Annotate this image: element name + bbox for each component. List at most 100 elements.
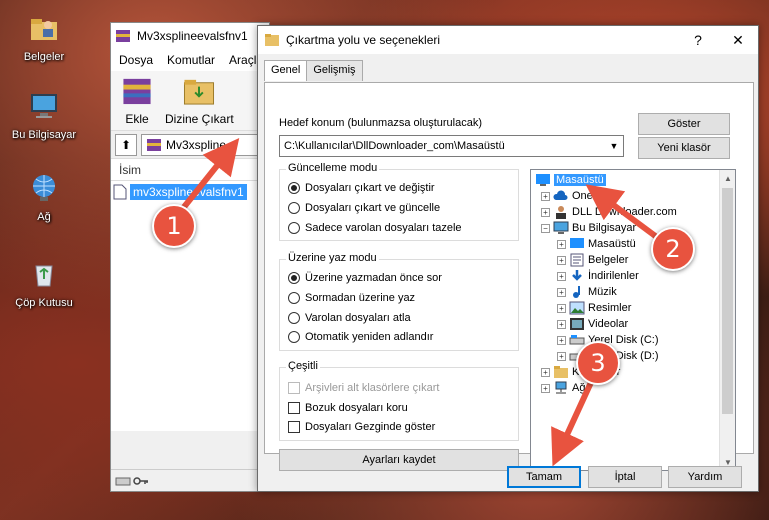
tree-node-videos[interactable]: + Videolar — [557, 316, 628, 332]
desktop-icon-label: Ağ — [37, 211, 51, 223]
desktop-folder-icon — [536, 174, 550, 186]
radio[interactable] — [288, 292, 300, 304]
update-mode-title: Güncelleme modu — [286, 162, 380, 174]
drive-icon — [115, 477, 131, 485]
column-name-label: İsim — [119, 162, 141, 177]
overwrite-option-ask[interactable]: Üzerine yazmadan önce sor — [288, 272, 442, 284]
help-title-button[interactable]: ? — [678, 26, 718, 54]
tree-label: Ağ — [572, 382, 586, 394]
tree-label: Müzik — [588, 286, 617, 298]
collapse-icon[interactable]: − — [541, 223, 550, 233]
list-item[interactable]: mv3xsplineevalsfnv1 — [113, 183, 267, 201]
update-option-extract-update[interactable]: Dosyaları çıkart ve güncelle — [288, 202, 440, 214]
menu-file[interactable]: Dosya — [119, 53, 153, 67]
tree-node-desktop[interactable]: Masaüstü — [535, 172, 606, 188]
column-header-name[interactable]: İsim — [111, 159, 269, 181]
radio-selected[interactable] — [288, 182, 300, 194]
misc-title: Çeşitli — [286, 360, 320, 372]
ok-button[interactable]: Tamam — [507, 466, 581, 488]
expand-icon[interactable]: + — [557, 287, 566, 297]
tree-label: DLL Downloader.com — [572, 206, 677, 218]
overwrite-option-rename[interactable]: Otomatik yeniden adlandır — [288, 331, 433, 343]
checkbox[interactable] — [288, 402, 300, 414]
show-button[interactable]: Göster — [638, 113, 730, 135]
expand-icon[interactable]: + — [541, 383, 550, 393]
extract-to-button[interactable]: Dizine Çıkart — [165, 75, 234, 126]
misc-option-subfolders: Arşivleri alt klasörlere çıkart — [288, 382, 439, 394]
destination-path-combo[interactable]: C:\Kullanıcılar\DllDownloader_com\Masaüs… — [279, 135, 624, 157]
option-label: Sadece varolan dosyaları tazele — [305, 222, 462, 234]
overwrite-option-skip[interactable]: Varolan dosyaları atla — [288, 312, 411, 324]
checkbox[interactable] — [288, 421, 300, 433]
winrar-logo-icon — [116, 30, 130, 42]
option-label: Otomatik yeniden adlandır — [305, 331, 434, 343]
expand-icon[interactable]: + — [541, 367, 550, 377]
computer-icon — [31, 94, 57, 118]
desktop-icon-network[interactable]: Ağ — [4, 172, 84, 223]
update-option-extract-replace[interactable]: Dosyaları çıkart ve değiştir — [288, 182, 435, 194]
question-icon: ? — [694, 32, 702, 48]
chevron-down-icon[interactable]: ▼ — [605, 136, 623, 156]
radio[interactable] — [288, 331, 300, 343]
close-icon: ✕ — [732, 31, 744, 48]
desktop-icon-recycle-bin[interactable]: Çöp Kutusu — [4, 258, 84, 309]
expand-icon[interactable]: + — [557, 271, 566, 281]
close-button[interactable]: ✕ — [718, 26, 758, 54]
new-folder-button[interactable]: Yeni klasör — [638, 137, 730, 159]
tree-node-desktop-sub[interactable]: + Masaüstü — [557, 236, 636, 252]
add-button[interactable]: Ekle — [119, 75, 155, 126]
update-mode-group: Güncelleme modu Dosyaları çıkart ve deği… — [279, 162, 519, 241]
expand-icon[interactable]: + — [541, 191, 550, 201]
extract-folder-icon — [184, 79, 215, 105]
expand-icon[interactable]: + — [557, 319, 566, 329]
misc-option-keep-broken[interactable]: Bozuk dosyaları koru — [288, 402, 408, 414]
recycle-bin-icon — [35, 265, 53, 287]
option-label: Bozuk dosyaları koru — [305, 402, 408, 414]
folder-tree[interactable]: Masaüstü + OneDrive + DLL Downloader.com… — [530, 169, 736, 471]
desktop-icon-label: Belgeler — [23, 51, 65, 63]
expand-icon[interactable]: + — [557, 255, 566, 265]
menu-commands[interactable]: Komutlar — [167, 53, 215, 67]
tree-node-music[interactable]: + Müzik — [557, 284, 617, 300]
scroll-up-icon[interactable]: ▲ — [720, 170, 735, 186]
radio[interactable] — [288, 202, 300, 214]
tree-node-this-pc[interactable]: − Bu Bilgisayar — [541, 220, 636, 236]
address-field[interactable]: Mv3xspline — [141, 133, 265, 156]
expand-icon[interactable]: + — [557, 335, 566, 345]
tree-node-documents[interactable]: + Belgeler — [557, 252, 628, 268]
radio-selected[interactable] — [288, 272, 300, 284]
archive-add-icon — [123, 78, 151, 105]
scroll-thumb[interactable] — [722, 188, 733, 414]
tree-node-network[interactable]: + Ağ — [541, 380, 585, 396]
expand-icon[interactable]: + — [557, 351, 566, 361]
tree-node-downloads[interactable]: + İndirilenler — [557, 268, 639, 284]
expand-icon[interactable]: + — [557, 303, 566, 313]
desktop-icon-documents[interactable]: Belgeler — [4, 12, 84, 63]
desktop-folder-icon — [570, 238, 584, 248]
tree-label: OneDrive — [572, 190, 619, 202]
winrar-titlebar[interactable]: Mv3xsplineevalsfnv1 — [111, 23, 269, 49]
option-label: Dosyaları Gezginde göster — [305, 421, 436, 433]
cancel-button[interactable]: İptal — [588, 466, 662, 488]
dialog-title: Çıkartma yolu ve seçenekleri — [286, 33, 441, 47]
radio[interactable] — [288, 312, 300, 324]
tab-general[interactable]: Genel — [264, 60, 308, 81]
folder-up-button[interactable]: ⬆ — [115, 133, 137, 156]
callout-3: 3 — [576, 341, 620, 385]
expand-icon[interactable]: + — [557, 239, 566, 249]
expand-icon[interactable]: + — [541, 207, 550, 217]
radio[interactable] — [288, 222, 300, 234]
address-text: Mv3xspline — [166, 137, 227, 152]
desktop-icon-this-pc[interactable]: Bu Bilgisayar — [4, 90, 84, 141]
update-option-freshen[interactable]: Sadece varolan dosyaları tazele — [288, 222, 462, 234]
tree-node-dll-downloader[interactable]: + DLL Downloader.com — [541, 204, 677, 220]
tree-node-pictures[interactable]: + Resimler — [557, 300, 631, 316]
help-button[interactable]: Yardım — [668, 466, 742, 488]
tree-scrollbar[interactable]: ▲ ▼ — [719, 170, 735, 470]
dialog-titlebar[interactable]: Çıkartma yolu ve seçenekleri ? ✕ — [258, 26, 758, 54]
misc-option-show-in-explorer[interactable]: Dosyaları Gezginde göster — [288, 421, 435, 433]
tab-advanced[interactable]: Gelişmiş — [306, 60, 363, 81]
tree-node-onedrive[interactable]: + OneDrive — [541, 188, 618, 204]
overwrite-option-without-prompt[interactable]: Sormadan üzerine yaz — [288, 292, 415, 304]
save-settings-button[interactable]: Ayarları kaydet — [279, 449, 519, 471]
